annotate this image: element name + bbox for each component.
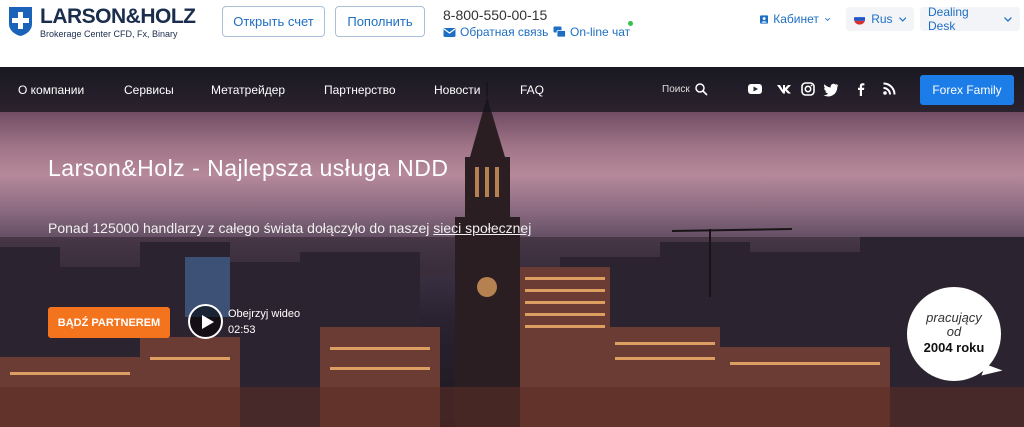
hero-subtitle-text: Ponad 125000 handlarzy z całego świata d…	[48, 220, 434, 236]
open-account-button[interactable]: Открыть счет	[222, 6, 325, 37]
chevron-down-icon	[898, 16, 906, 22]
search-icon	[694, 83, 708, 96]
facebook-icon[interactable]	[853, 81, 869, 97]
logo-name: LARSON&HOLZ	[40, 5, 196, 28]
chevron-down-icon	[1004, 16, 1012, 22]
twitter-icon[interactable]	[823, 81, 839, 97]
play-icon	[202, 315, 214, 329]
dealing-desk-label: Dealing Desk	[928, 5, 969, 33]
online-status-dot	[628, 21, 633, 26]
hero-banner: О компании Сервисы Метатрейдер Партнерст…	[0, 67, 1024, 427]
main-nav: О компании Сервисы Метатрейдер Партнерст…	[0, 67, 1024, 112]
user-icon	[760, 14, 769, 24]
language-dropdown[interactable]: Rus	[846, 7, 914, 31]
become-partner-button[interactable]: BĄDŹ PARTNEREM	[48, 307, 170, 338]
nav-item-about[interactable]: О компании	[18, 83, 84, 97]
logo[interactable]: LARSON&HOLZ Brokerage Center CFD, Fx, Bi…	[8, 6, 196, 40]
instagram-icon[interactable]	[800, 81, 816, 97]
feedback-label: Обратная связь	[460, 25, 549, 39]
online-chat-label: On-line чат	[570, 25, 631, 39]
badge-line-2: od	[946, 324, 962, 339]
logo-tagline: Brokerage Center CFD, Fx, Binary	[40, 29, 178, 39]
youtube-icon[interactable]	[747, 81, 763, 97]
nav-item-metatrader[interactable]: Метатрейдер	[211, 83, 285, 97]
nav-item-faq[interactable]: FAQ	[520, 83, 544, 97]
nav-item-services[interactable]: Сервисы	[124, 83, 174, 97]
chevron-down-icon	[824, 17, 830, 21]
watch-video-label[interactable]: Obejrzyj wideo	[228, 308, 300, 320]
phone-number[interactable]: 8-800-550-00-15	[443, 7, 547, 23]
search-button[interactable]: Поиск	[662, 83, 708, 96]
language-label: Rus	[871, 12, 893, 26]
envelope-icon	[443, 28, 456, 37]
deposit-button[interactable]: Пополнить	[335, 6, 425, 37]
hero-subtitle: Ponad 125000 handlarzy z całego świata d…	[48, 220, 531, 236]
top-header: LARSON&HOLZ Brokerage Center CFD, Fx, Bi…	[0, 0, 1024, 67]
social-network-link[interactable]: sieci społecznej	[433, 220, 531, 236]
video-duration: 02:53	[228, 324, 256, 336]
forex-family-button[interactable]: Forex Family	[920, 75, 1014, 105]
badge-line-1: pracujący	[926, 310, 982, 325]
nav-item-news[interactable]: Новости	[434, 83, 480, 97]
badge-line-3: 2004 roku	[923, 340, 985, 355]
cabinet-label: Кабинет	[773, 12, 819, 26]
russia-flag-icon	[854, 13, 866, 25]
cabinet-dropdown[interactable]: Кабинет	[752, 7, 838, 31]
play-video-button[interactable]	[188, 304, 223, 339]
vk-icon[interactable]	[776, 81, 792, 97]
nav-item-partnership[interactable]: Партнерство	[324, 83, 396, 97]
hero-title: Larson&Holz - Najlepsza usługa NDD	[48, 155, 449, 181]
city-skyline-image	[0, 82, 1024, 427]
dealing-desk-dropdown[interactable]: Dealing Desk	[920, 5, 1020, 33]
since-badge: pracujący od 2004 roku	[907, 287, 1001, 381]
shield-cross-icon	[9, 7, 32, 36]
search-label: Поиск	[662, 84, 690, 95]
rss-icon[interactable]	[881, 81, 897, 97]
online-chat-link[interactable]: On-line чат	[553, 25, 630, 39]
feedback-link[interactable]: Обратная связь	[443, 25, 548, 39]
chat-icon	[553, 26, 566, 38]
